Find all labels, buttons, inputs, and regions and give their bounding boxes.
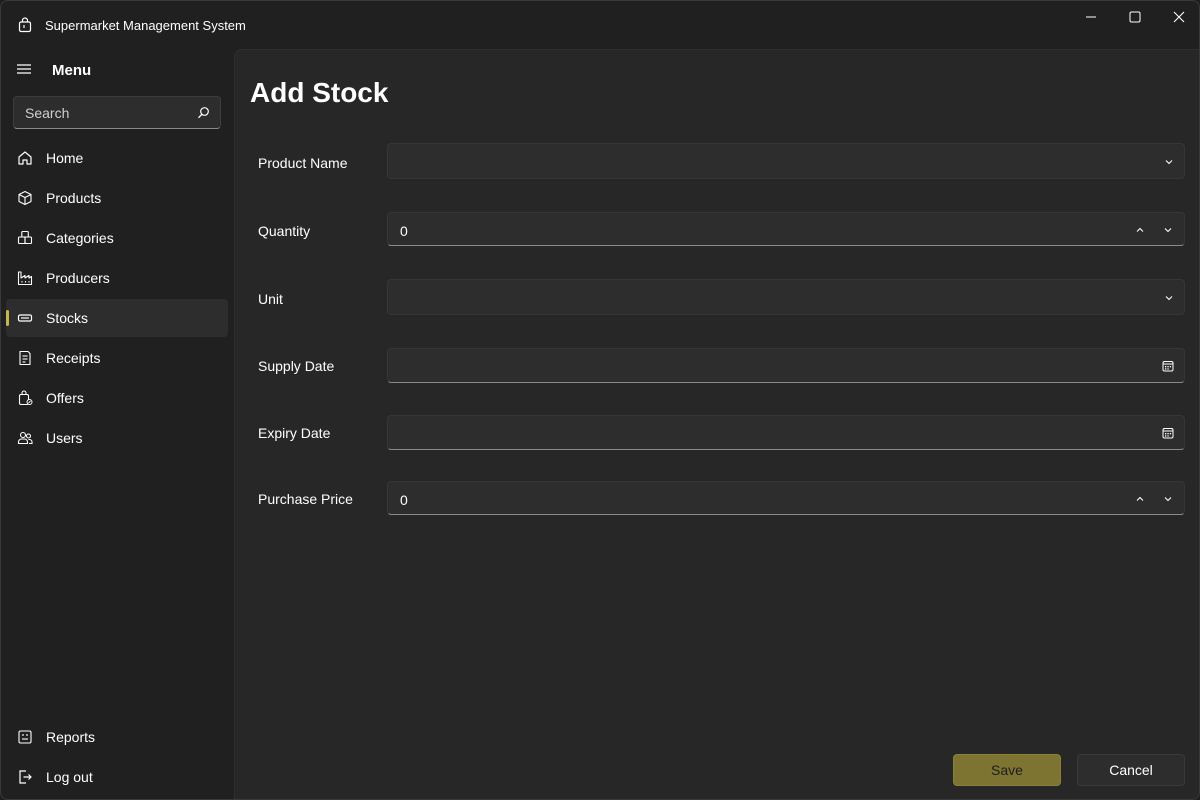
title-bar: Supermarket Management System xyxy=(1,1,1199,49)
close-button[interactable] xyxy=(1157,5,1199,29)
receipt-icon xyxy=(19,350,31,366)
menu-label: Menu xyxy=(52,62,92,79)
sidebar-item-home[interactable]: Home xyxy=(6,139,228,177)
search-icon[interactable] xyxy=(197,106,211,120)
sidebar-item-label: Home xyxy=(46,150,84,166)
sidebar-item-label: Producers xyxy=(46,270,110,286)
sidebar: Menu Home Products xyxy=(1,49,234,799)
sidebar-item-label: Stocks xyxy=(46,310,89,326)
calendar-icon[interactable] xyxy=(1162,360,1174,372)
sidebar-item-label: Users xyxy=(46,430,83,446)
window-title: Supermarket Management System xyxy=(45,18,246,33)
page-title: Add Stock xyxy=(250,77,389,108)
purchase-price-stepper[interactable]: 0 xyxy=(387,481,1185,515)
box-icon xyxy=(18,190,32,206)
purchase-price-label: Purchase Price xyxy=(258,491,353,507)
chevron-down-icon xyxy=(1165,160,1173,165)
expiry-date-picker[interactable] xyxy=(387,415,1185,450)
sidebar-item-label: Reports xyxy=(46,729,96,745)
factory-icon xyxy=(17,271,33,286)
product-name-combobox[interactable] xyxy=(387,143,1185,179)
save-button[interactable]: Save xyxy=(953,754,1061,786)
supply-date-label: Supply Date xyxy=(258,358,335,374)
app-window: Supermarket Management System Menu Searc… xyxy=(0,0,1200,800)
search-input[interactable] xyxy=(14,97,194,128)
home-icon xyxy=(18,151,32,165)
sidebar-item-label: Log out xyxy=(46,769,93,785)
logout-icon xyxy=(19,770,32,784)
chevron-up-icon[interactable] xyxy=(1134,493,1146,505)
app-bag-icon xyxy=(18,17,32,33)
sidebar-item-offers[interactable]: Offers xyxy=(6,379,228,417)
quantity-stepper[interactable]: 0 xyxy=(387,212,1185,246)
calendar-icon[interactable] xyxy=(1162,427,1174,439)
quantity-label: Quantity xyxy=(258,223,311,239)
chevron-up-icon[interactable] xyxy=(1134,224,1146,236)
chevron-down-icon[interactable] xyxy=(1162,493,1174,505)
sidebar-item-producers[interactable]: Producers xyxy=(6,259,228,297)
supply-date-picker[interactable] xyxy=(387,348,1185,383)
sidebar-item-users[interactable]: Users xyxy=(6,419,228,457)
chevron-down-icon xyxy=(1165,296,1173,301)
product-name-label: Product Name xyxy=(258,155,348,171)
purchase-price-value: 0 xyxy=(400,492,408,508)
report-icon xyxy=(18,730,32,744)
sidebar-item-label: Products xyxy=(46,190,102,206)
sidebar-item-reports[interactable]: Reports xyxy=(6,718,228,756)
minimize-icon xyxy=(1086,16,1096,18)
chevron-down-icon[interactable] xyxy=(1162,224,1174,236)
boxes-icon xyxy=(17,230,33,245)
minimize-button[interactable] xyxy=(1069,5,1113,29)
sidebar-item-categories[interactable]: Categories xyxy=(6,219,228,257)
close-icon xyxy=(1173,11,1185,23)
expiry-date-label: Expiry Date xyxy=(258,425,331,441)
unit-label: Unit xyxy=(258,291,283,307)
main-content: Add Stock Product Name Quantity 0 Unit S… xyxy=(234,49,1199,799)
maximize-icon xyxy=(1129,11,1141,23)
sidebar-item-products[interactable]: Products xyxy=(6,179,228,217)
hamburger-icon[interactable] xyxy=(15,61,35,77)
unit-combobox[interactable] xyxy=(387,279,1185,315)
sidebar-item-stocks[interactable]: Stocks xyxy=(6,299,228,337)
quantity-value: 0 xyxy=(400,223,408,239)
cancel-button[interactable]: Cancel xyxy=(1077,754,1185,786)
users-icon xyxy=(17,431,33,445)
selection-indicator xyxy=(6,310,9,326)
stock-icon xyxy=(17,314,33,322)
sidebar-item-label: Offers xyxy=(46,390,84,406)
offer-icon xyxy=(18,390,33,406)
sidebar-item-receipts[interactable]: Receipts xyxy=(6,339,228,377)
sidebar-item-logout[interactable]: Log out xyxy=(6,758,228,796)
sidebar-item-label: Categories xyxy=(46,230,114,246)
search-box xyxy=(13,96,221,129)
maximize-button[interactable] xyxy=(1113,5,1157,29)
sidebar-item-label: Receipts xyxy=(46,350,101,366)
